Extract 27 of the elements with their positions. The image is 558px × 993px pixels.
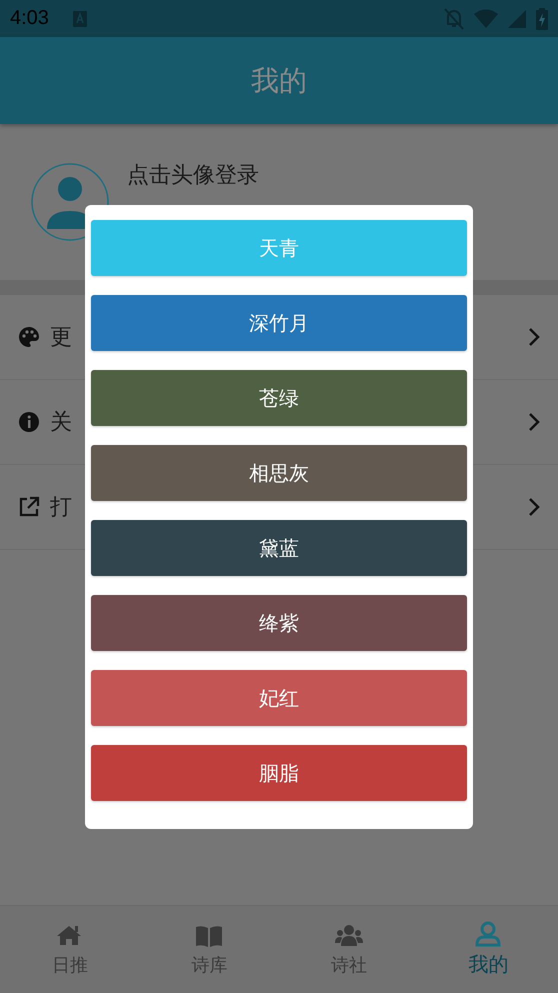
user-icon (474, 921, 502, 947)
color-option[interactable]: 绛紫 (91, 595, 467, 651)
info-icon (18, 411, 40, 433)
menu-label: 打 (50, 494, 72, 522)
notification-icon (72, 10, 87, 26)
chevron-right-icon (528, 497, 540, 517)
color-option[interactable]: 胭脂 (91, 745, 467, 801)
login-prompt: 点击头像登录 (127, 162, 259, 190)
bell-off-icon (444, 8, 464, 30)
color-option[interactable]: 妃红 (91, 670, 467, 726)
status-time: 4:03 (10, 7, 49, 30)
page-title: 我的 (251, 62, 307, 98)
color-option[interactable]: 黛蓝 (91, 520, 467, 576)
color-option[interactable]: 深竹月 (91, 295, 467, 351)
menu-label: 更 (50, 324, 72, 352)
color-option[interactable]: 苍绿 (91, 370, 467, 426)
menu-label: 关 (50, 409, 72, 437)
battery-icon (536, 8, 548, 30)
users-icon (334, 922, 363, 948)
signal-icon (508, 10, 526, 28)
chevron-right-icon (528, 412, 540, 432)
avatar-icon[interactable] (31, 163, 109, 241)
external-link-icon (18, 496, 40, 518)
chevron-right-icon (528, 327, 540, 347)
palette-icon (18, 326, 40, 348)
color-option[interactable]: 相思灰 (91, 445, 467, 501)
wifi-icon (474, 8, 498, 28)
